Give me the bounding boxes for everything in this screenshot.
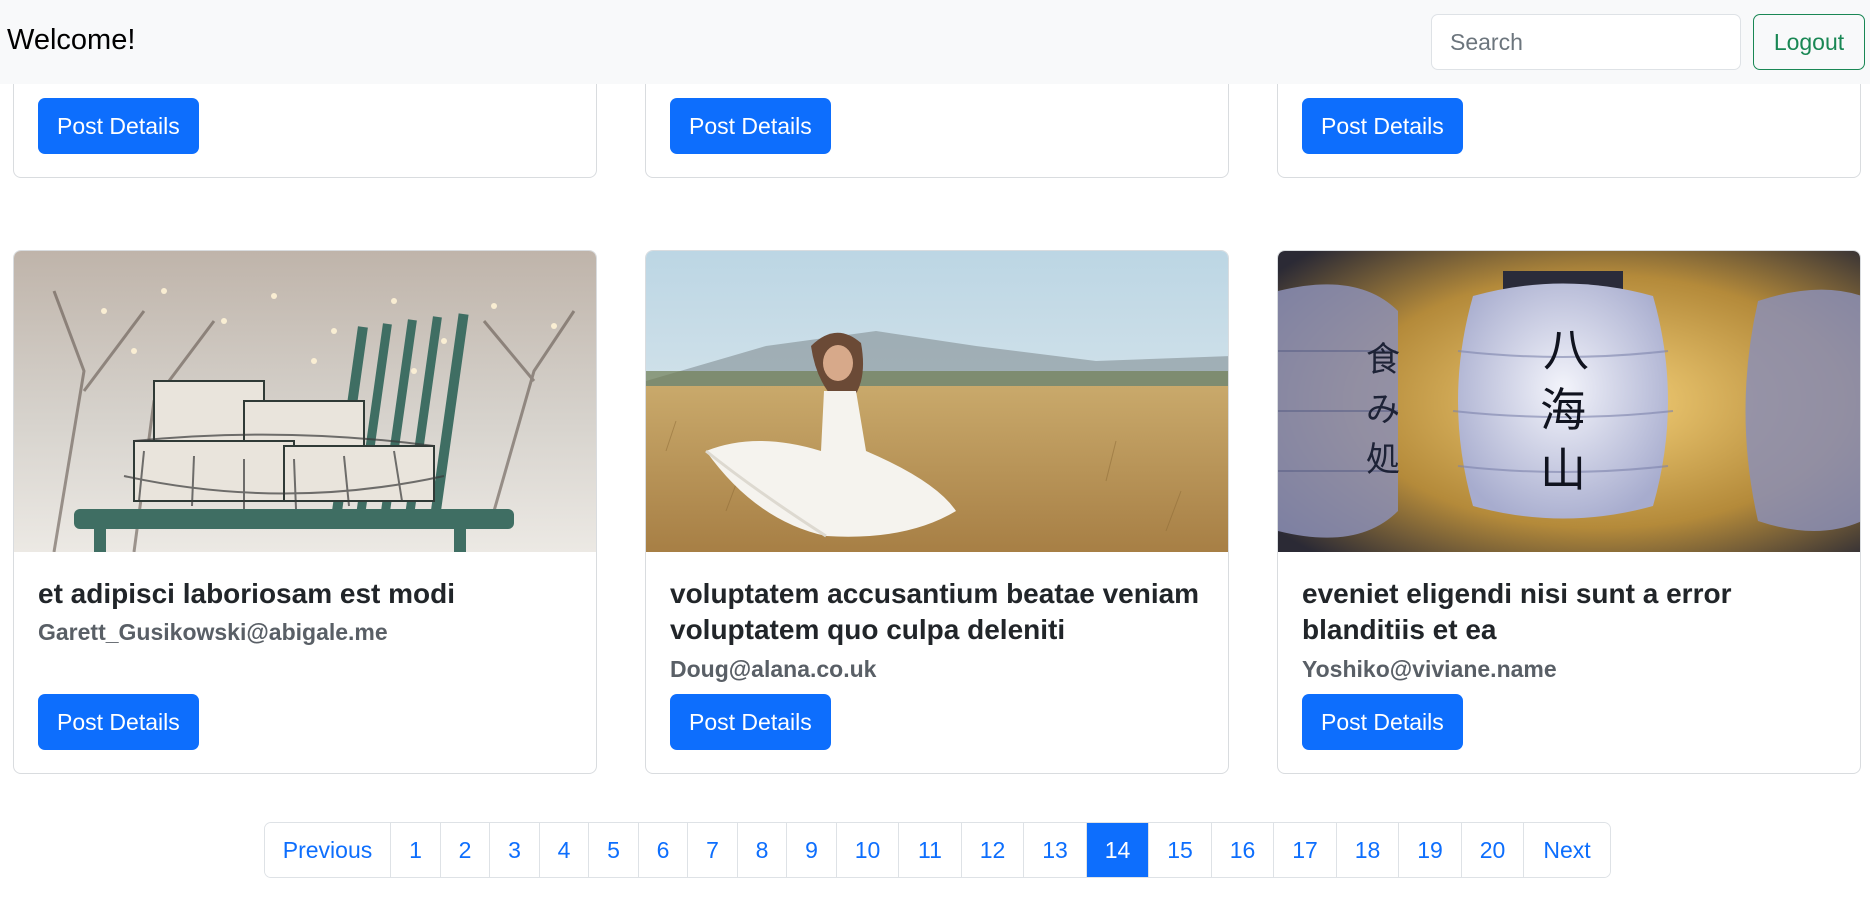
page-link[interactable]: 19 — [1399, 823, 1462, 877]
paper-lanterns-photo: 食 み 処 八 海 山 — [1278, 251, 1860, 552]
page-link[interactable]: 1 — [391, 823, 441, 877]
page-link[interactable]: 13 — [1024, 823, 1087, 877]
post-card: 食 み 処 八 海 山 eveniet eligendi nisi sunt a… — [1277, 250, 1861, 774]
page-link[interactable]: 17 — [1274, 823, 1337, 877]
svg-text:海: 海 — [1540, 383, 1586, 437]
post-details-button[interactable]: Post Details — [1302, 98, 1463, 154]
page-link[interactable]: 8 — [738, 823, 787, 877]
post-title: et adipisci laboriosam est modi — [38, 578, 456, 609]
page-link[interactable]: 11 — [899, 823, 962, 877]
svg-text:八: 八 — [1543, 323, 1589, 377]
post-details-button[interactable]: Post Details — [38, 694, 199, 750]
chair-with-gift-boxes-photo — [14, 251, 596, 552]
page-link[interactable]: 6 — [639, 823, 688, 877]
page-next[interactable]: Next — [1524, 823, 1610, 877]
page-link[interactable]: 16 — [1212, 823, 1274, 877]
post-author-email: Garett_Gusikowski@abigale.me — [38, 619, 388, 645]
page-link[interactable]: 5 — [589, 823, 639, 877]
post-details-button[interactable]: Post Details — [670, 694, 831, 750]
page-link-active[interactable]: 14 — [1087, 823, 1149, 877]
page-link[interactable]: 4 — [540, 823, 589, 877]
pagination: Previous 1 2 3 4 5 6 7 8 9 10 11 12 13 1… — [264, 822, 1611, 878]
page-link[interactable]: 2 — [441, 823, 490, 877]
page-link[interactable]: 10 — [837, 823, 899, 877]
logout-button[interactable]: Logout — [1753, 14, 1865, 70]
svg-text:山: 山 — [1540, 443, 1586, 497]
post-title: voluptatem accusantium beatae veniam vol… — [670, 578, 1200, 645]
post-details-button[interactable]: Post Details — [38, 98, 199, 154]
svg-text:処: 処 — [1366, 440, 1400, 480]
navbar: Welcome! Logout — [0, 0, 1870, 84]
post-author-email: Yoshiko@viviane.name — [1302, 656, 1557, 682]
svg-text:食: 食 — [1366, 340, 1400, 380]
page-link[interactable]: 20 — [1462, 823, 1524, 877]
post-details-button[interactable]: Post Details — [670, 98, 831, 154]
page-link[interactable]: 7 — [688, 823, 738, 877]
page-link[interactable]: 15 — [1149, 823, 1212, 877]
post-details-button[interactable]: Post Details — [1302, 694, 1463, 750]
post-author-email: Doug@alana.co.uk — [670, 656, 877, 682]
page-link[interactable]: 18 — [1337, 823, 1399, 877]
search-input[interactable] — [1431, 14, 1741, 70]
post-card: et adipisci laboriosam est modi Garett_G… — [13, 250, 597, 774]
page-link[interactable]: 12 — [962, 823, 1024, 877]
post-card: voluptatem accusantium beatae veniam vol… — [645, 250, 1229, 774]
post-title: eveniet eligendi nisi sunt a error bland… — [1302, 578, 1732, 645]
page-previous[interactable]: Previous — [265, 823, 391, 877]
page-link[interactable]: 3 — [490, 823, 540, 877]
page-link[interactable]: 9 — [787, 823, 837, 877]
woman-in-white-dress-field-photo — [646, 251, 1228, 552]
navbar-brand: Welcome! — [7, 24, 136, 56]
svg-text:み: み — [1366, 390, 1400, 430]
